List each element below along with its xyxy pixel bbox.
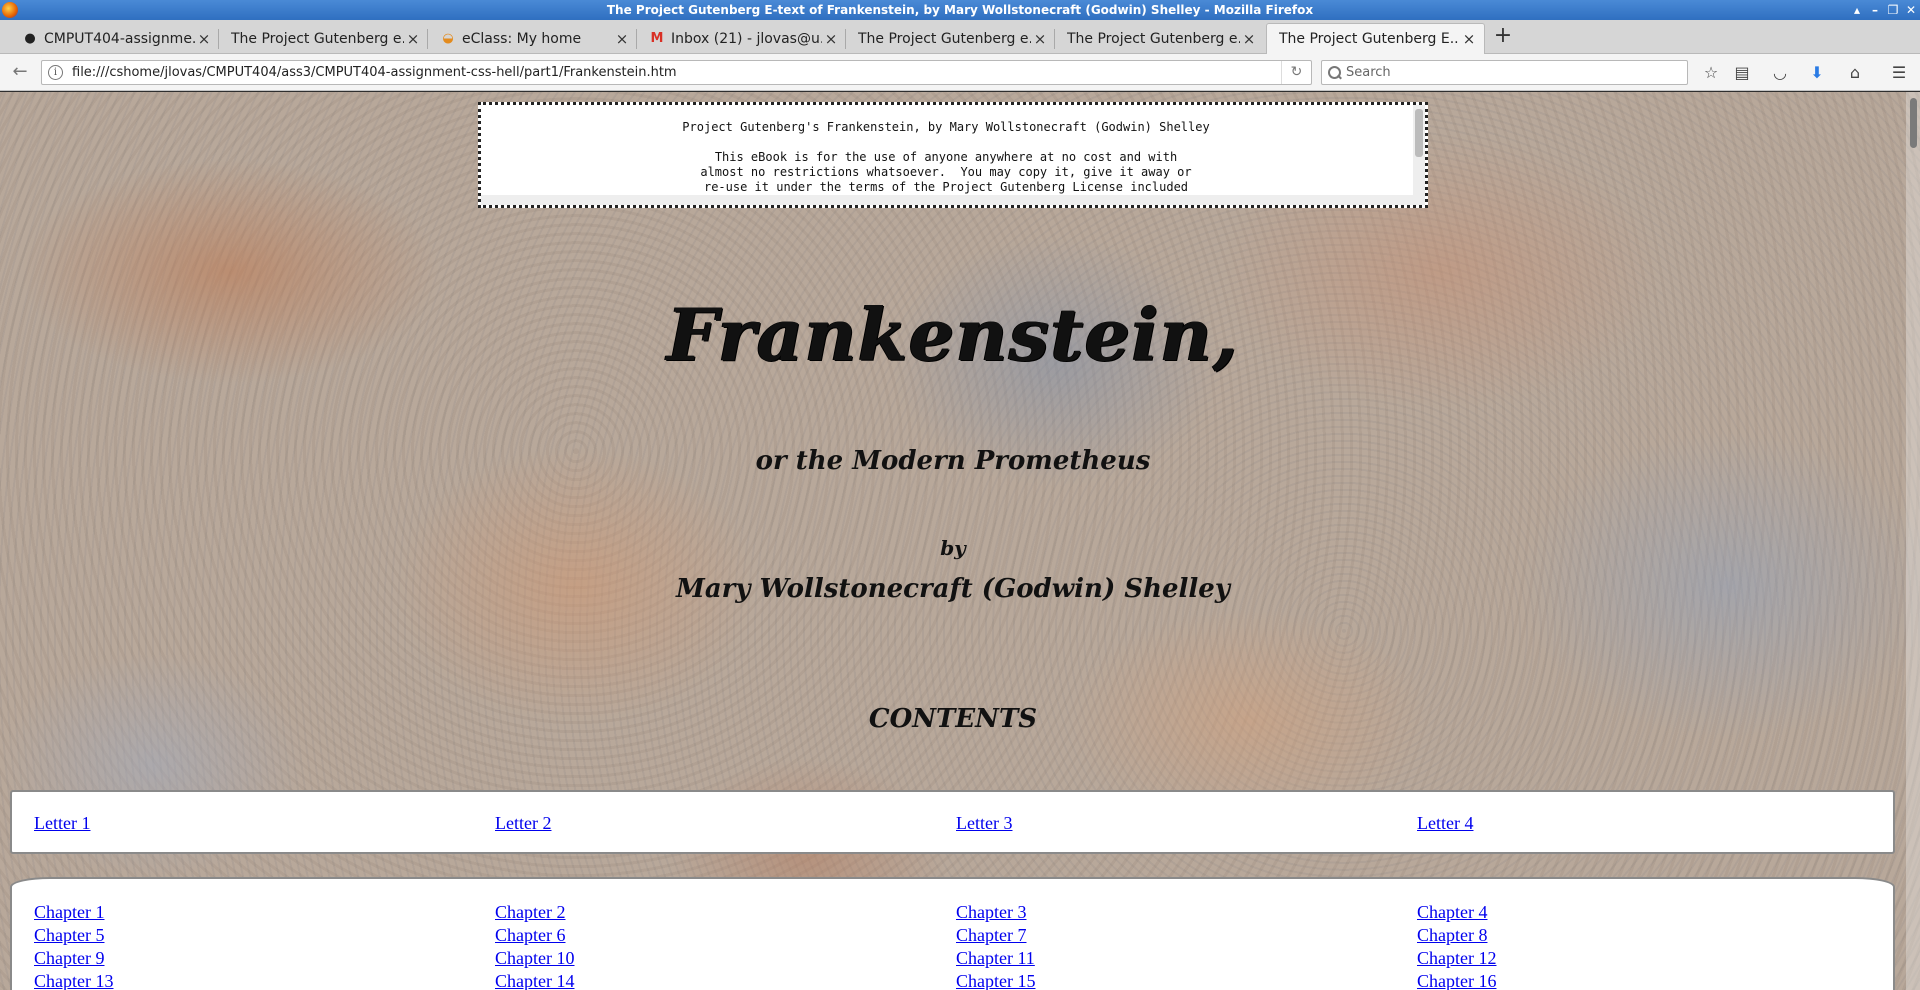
tab-title: The Project Gutenberg e... — [1067, 30, 1240, 47]
menu-icon[interactable]: ☰ — [1888, 62, 1910, 84]
close-tab-icon[interactable]: × — [195, 30, 213, 48]
chapter-link[interactable]: Chapter 1 — [34, 901, 495, 924]
chapters-table: Chapter 1 Chapter 2 Chapter 3 Chapter 4 Chap… — [10, 877, 1895, 990]
gmail-icon: M — [650, 30, 664, 46]
license-scrollbar[interactable] — [1413, 105, 1425, 205]
close-tab-icon[interactable]: × — [613, 30, 631, 48]
tab-gutenberg-3[interactable]: The Project Gutenberg e... × — [1055, 23, 1264, 54]
home-icon[interactable]: ⌂ — [1844, 62, 1866, 84]
tab-gutenberg-2[interactable]: The Project Gutenberg e... × — [846, 23, 1055, 54]
chapter-link[interactable]: Chapter 5 — [34, 924, 495, 947]
window-title: The Project Gutenberg E-text of Frankens… — [606, 3, 1314, 17]
info-icon[interactable]: i — [48, 65, 63, 80]
chapter-link[interactable]: Chapter 6 — [495, 924, 956, 947]
tab-title: The Project Gutenberg E... — [1279, 31, 1460, 47]
chapter-link[interactable]: Chapter 16 — [1417, 970, 1878, 990]
close-window-icon[interactable]: ✕ — [1902, 0, 1920, 20]
contents-heading: CONTENTS — [868, 704, 1038, 734]
back-button[interactable]: ← — [8, 60, 32, 84]
page-scrollbar[interactable] — [1906, 92, 1920, 990]
letter-link[interactable]: Letter 3 — [956, 812, 1417, 835]
book-subtitle: or the Modern Prometheus — [755, 446, 1151, 476]
close-tab-icon[interactable]: × — [1240, 30, 1258, 48]
license-text: Project Gutenberg's Frankenstein, by Mar… — [682, 120, 1210, 194]
moodle-icon: ◒ — [442, 30, 454, 46]
chapter-link[interactable]: Chapter 4 — [1417, 901, 1878, 924]
tab-github[interactable]: ● CMPUT404-assignme... × — [10, 23, 219, 54]
chapter-link[interactable]: Chapter 2 — [495, 901, 956, 924]
chapter-link[interactable]: Chapter 15 — [956, 970, 1417, 990]
tab-bar: ● CMPUT404-assignme... × The Project Gut… — [0, 20, 1920, 54]
chapter-link[interactable]: Chapter 8 — [1417, 924, 1878, 947]
letter-link[interactable]: Letter 2 — [495, 812, 956, 835]
book-title: Frankenstein, — [666, 292, 1240, 377]
chapter-link[interactable]: Chapter 7 — [956, 924, 1417, 947]
tab-gmail[interactable]: M Inbox (21) - jlovas@u... × — [637, 23, 846, 54]
letters-table: Letter 1 Letter 2 Letter 3 Letter 4 — [10, 790, 1895, 854]
chapter-link[interactable]: Chapter 14 — [495, 970, 956, 990]
pocket-icon[interactable]: ◡ — [1769, 62, 1791, 84]
url-text[interactable]: file:///cshome/jlovas/CMPUT404/ass3/CMPU… — [72, 65, 1281, 80]
search-icon — [1328, 65, 1342, 80]
chapter-link[interactable]: Chapter 13 — [34, 970, 495, 990]
letter-link[interactable]: Letter 1 — [34, 812, 495, 835]
download-icon[interactable]: ⬇ — [1806, 62, 1828, 84]
tab-title: The Project Gutenberg e... — [231, 30, 404, 47]
letter-link[interactable]: Letter 4 — [1417, 812, 1878, 835]
tab-title: eClass: My home — [462, 30, 582, 47]
chapter-link[interactable]: Chapter 9 — [34, 947, 495, 970]
bookmark-star-icon[interactable]: ☆ — [1700, 62, 1722, 84]
window-titlebar: The Project Gutenberg E-text of Frankens… — [0, 0, 1920, 20]
maximize-icon[interactable]: ❐ — [1884, 0, 1902, 20]
close-tab-icon[interactable]: × — [822, 30, 840, 48]
minimize-icon[interactable]: – — [1866, 0, 1884, 20]
search-bar[interactable] — [1321, 60, 1688, 85]
reading-list-icon[interactable]: ▤ — [1731, 62, 1753, 84]
search-input[interactable] — [1346, 65, 1676, 80]
tab-title: The Project Gutenberg e... — [858, 30, 1031, 47]
chapter-link[interactable]: Chapter 11 — [956, 947, 1417, 970]
close-tab-icon[interactable]: × — [1460, 30, 1478, 48]
chapter-link[interactable]: Chapter 12 — [1417, 947, 1878, 970]
chapter-link[interactable]: Chapter 10 — [495, 947, 956, 970]
tab-eclass[interactable]: ◒ eClass: My home × — [428, 23, 637, 54]
author-name: Mary Wollstonecraft (Godwin) Shelley — [676, 574, 1230, 604]
tab-gutenberg-1[interactable]: The Project Gutenberg e... × — [219, 23, 428, 54]
page-content: Project Gutenberg's Frankenstein, by Mar… — [0, 92, 1920, 990]
new-tab-button[interactable]: + — [1490, 24, 1516, 50]
tab-gutenberg-active[interactable]: The Project Gutenberg E... × — [1266, 23, 1485, 54]
firefox-icon — [2, 2, 18, 18]
url-bar[interactable]: i file:///cshome/jlovas/CMPUT404/ass3/CM… — [41, 60, 1312, 85]
reload-icon[interactable]: ↻ — [1281, 61, 1311, 84]
github-icon: ● — [24, 30, 36, 46]
close-tab-icon[interactable]: × — [1031, 30, 1049, 48]
license-scroll-thumb[interactable] — [1415, 109, 1423, 157]
navigation-bar: ← i file:///cshome/jlovas/CMPUT404/ass3/… — [0, 54, 1920, 91]
pin-icon[interactable]: ▴ — [1848, 0, 1866, 20]
tab-title: Inbox (21) - jlovas@u... — [671, 30, 822, 47]
chapter-link[interactable]: Chapter 3 — [956, 901, 1417, 924]
tab-title: CMPUT404-assignme... — [44, 30, 195, 47]
page-scroll-thumb[interactable] — [1910, 98, 1917, 148]
license-textbox[interactable]: Project Gutenberg's Frankenstein, by Mar… — [478, 102, 1428, 208]
license-horizontal-scrollbar[interactable] — [481, 195, 1425, 205]
by-line: by — [940, 536, 966, 560]
close-tab-icon[interactable]: × — [404, 30, 422, 48]
